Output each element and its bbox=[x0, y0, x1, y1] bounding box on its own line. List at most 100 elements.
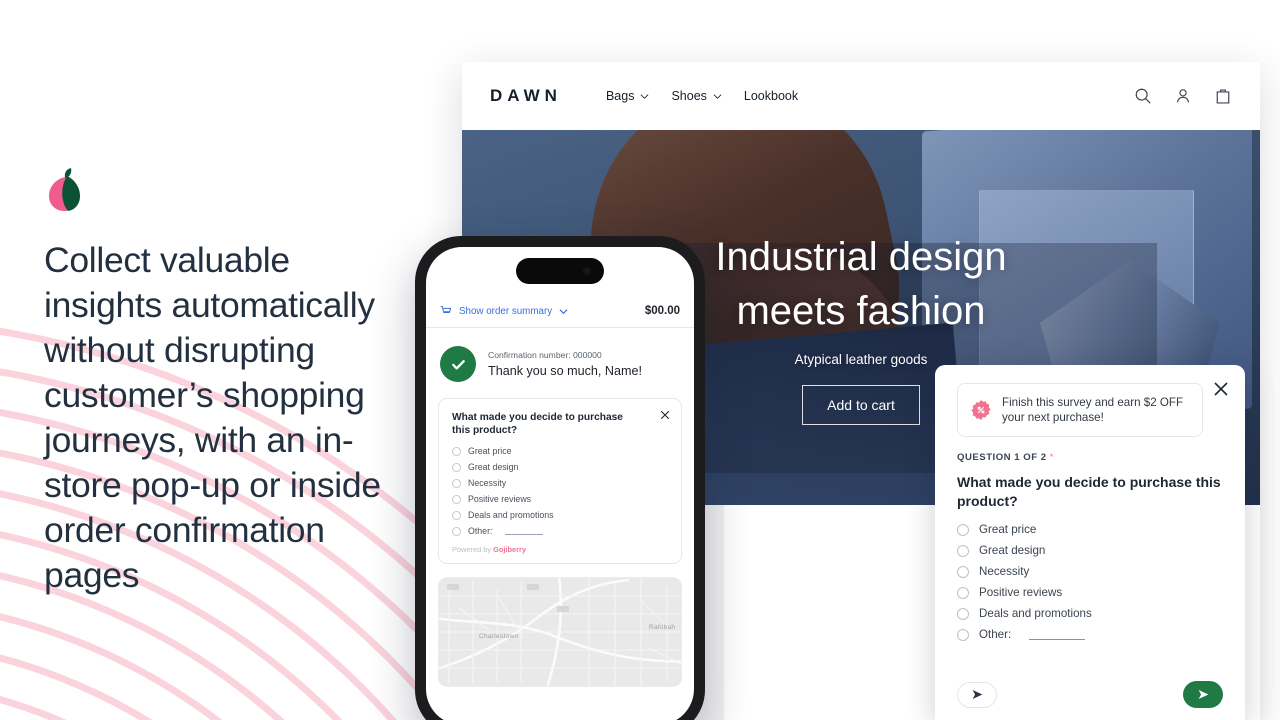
gojiberry-icon bbox=[49, 168, 80, 211]
store-header: DAWN Bags Shoes Lookbook bbox=[462, 62, 1260, 130]
send-secondary-button[interactable] bbox=[957, 681, 997, 708]
option-label: Other: bbox=[468, 526, 493, 536]
chevron-down-icon bbox=[641, 93, 649, 99]
powered-by-prefix: Powered by bbox=[452, 545, 494, 554]
required-asterisk: * bbox=[1049, 452, 1055, 463]
order-confirmation: Confirmation number: 000000 Thank you so… bbox=[426, 328, 694, 382]
order-total: $00.00 bbox=[644, 305, 680, 317]
survey-option[interactable]: Great price bbox=[957, 523, 1223, 536]
phone-survey-card: What made you decide to purchase this pr… bbox=[438, 398, 682, 564]
survey-option[interactable]: Great design bbox=[957, 544, 1223, 557]
map-label: Rahibah bbox=[649, 624, 676, 631]
send-primary-button[interactable] bbox=[1183, 681, 1223, 708]
cart-icon[interactable] bbox=[1214, 87, 1232, 105]
dynamic-island bbox=[516, 258, 604, 284]
survey-option[interactable]: Positive reviews bbox=[957, 586, 1223, 599]
chevron-down-icon bbox=[559, 308, 568, 314]
survey-option-other[interactable]: Other: bbox=[452, 526, 668, 536]
front-camera-icon bbox=[583, 267, 591, 275]
option-label: Positive reviews bbox=[468, 494, 532, 504]
map-label: Charlestown bbox=[479, 633, 519, 640]
confirmation-number: Confirmation number: 000000 bbox=[488, 350, 602, 360]
option-label: Other: bbox=[979, 628, 1012, 641]
question-counter-text: QUESTION 1 OF 2 bbox=[957, 452, 1047, 463]
radio-icon[interactable] bbox=[957, 523, 969, 536]
option-label: Deals and promotions bbox=[468, 510, 554, 520]
nav-label: Lookbook bbox=[743, 89, 799, 103]
account-icon[interactable] bbox=[1174, 87, 1192, 105]
marketing-copy-column: Collect valuable insights automatically … bbox=[44, 168, 414, 598]
survey-popup: Finish this survey and earn $2 OFF your … bbox=[935, 365, 1245, 720]
option-label: Great price bbox=[979, 523, 1037, 536]
thank-you-message: Thank you so much, Name! bbox=[488, 364, 642, 378]
radio-icon[interactable] bbox=[452, 510, 461, 520]
option-label: Great design bbox=[979, 544, 1046, 557]
page-headline: Collect valuable insights automatically … bbox=[44, 240, 381, 595]
close-icon[interactable] bbox=[1213, 381, 1229, 397]
search-icon[interactable] bbox=[1134, 87, 1152, 105]
radio-icon[interactable] bbox=[452, 526, 461, 536]
radio-icon[interactable] bbox=[452, 478, 461, 488]
store-header-icons bbox=[1134, 87, 1232, 105]
survey-options: Great price Great design Necessity Posit… bbox=[957, 523, 1223, 641]
radio-icon[interactable] bbox=[957, 565, 969, 578]
option-label: Positive reviews bbox=[979, 586, 1063, 599]
radio-icon[interactable] bbox=[957, 607, 969, 620]
survey-option[interactable]: Positive reviews bbox=[452, 494, 668, 504]
add-to-cart-button[interactable]: Add to cart bbox=[802, 385, 920, 425]
powered-by-brand: Gojiberry bbox=[493, 545, 526, 554]
survey-option[interactable]: Great design bbox=[452, 462, 668, 472]
option-label: Necessity bbox=[468, 478, 507, 488]
phone-survey-options: Great price Great design Necessity Posit… bbox=[452, 446, 668, 536]
phone-screen: Show order summary $00.00 Confirmation n… bbox=[426, 247, 694, 720]
discount-badge-icon bbox=[971, 399, 991, 421]
nav-label: Bags bbox=[605, 89, 635, 103]
radio-icon[interactable] bbox=[957, 628, 969, 641]
reward-text: Finish this survey and earn $2 OFF your … bbox=[1002, 396, 1184, 424]
other-text-input[interactable] bbox=[505, 528, 544, 535]
nav-item-lookbook[interactable]: Lookbook bbox=[744, 89, 798, 103]
survey-option[interactable]: Great price bbox=[452, 446, 668, 456]
radio-icon[interactable] bbox=[452, 494, 461, 504]
delivery-map[interactable]: Charlestown Rahibah bbox=[438, 577, 682, 687]
hero-title: Industrial design meets fashion bbox=[715, 230, 1006, 338]
hero-subtitle: Atypical leather goods bbox=[794, 352, 928, 367]
nav-item-bags[interactable]: Bags bbox=[606, 89, 650, 103]
nav-label: Shoes bbox=[671, 89, 707, 103]
store-nav: Bags Shoes Lookbook bbox=[606, 89, 798, 103]
store-logo[interactable]: DAWN bbox=[490, 86, 562, 106]
chevron-down-icon bbox=[713, 93, 722, 99]
phone-question-title: What made you decide to purchase this pr… bbox=[452, 412, 623, 436]
close-icon[interactable] bbox=[660, 410, 670, 420]
radio-icon[interactable] bbox=[452, 446, 461, 456]
option-label: Necessity bbox=[979, 565, 1030, 578]
order-summary-bar[interactable]: Show order summary $00.00 bbox=[426, 295, 694, 328]
question-title: What made you decide to purchase this pr… bbox=[957, 474, 1221, 509]
popup-actions bbox=[957, 681, 1223, 708]
hero-title-line-1: Industrial design bbox=[715, 235, 1007, 279]
powered-by-label: Powered by Gojiberry bbox=[452, 545, 668, 554]
nav-item-shoes[interactable]: Shoes bbox=[671, 89, 722, 103]
survey-option[interactable]: Necessity bbox=[452, 478, 668, 488]
survey-option-other[interactable]: Other: bbox=[957, 628, 1223, 641]
option-label: Great price bbox=[468, 446, 512, 456]
send-icon bbox=[1198, 690, 1208, 699]
survey-option[interactable]: Necessity bbox=[957, 565, 1223, 578]
question-counter: QUESTION 1 OF 2 * bbox=[957, 452, 1223, 463]
survey-option[interactable]: Deals and promotions bbox=[957, 607, 1223, 620]
promo-graphic: Collect valuable insights automatically … bbox=[0, 0, 1280, 720]
confirmation-text-block: Confirmation number: 000000 Thank you so… bbox=[488, 350, 642, 378]
cart-icon bbox=[440, 306, 452, 313]
other-text-input[interactable] bbox=[1029, 630, 1086, 640]
radio-icon[interactable] bbox=[452, 462, 461, 472]
success-check-icon bbox=[440, 346, 476, 382]
radio-icon[interactable] bbox=[957, 544, 969, 557]
hero-title-line-2: meets fashion bbox=[736, 289, 986, 333]
option-label: Great design bbox=[468, 462, 519, 472]
survey-option[interactable]: Deals and promotions bbox=[452, 510, 668, 520]
reward-banner: Finish this survey and earn $2 OFF your … bbox=[957, 383, 1203, 437]
show-order-summary-label: Show order summary bbox=[459, 305, 553, 317]
send-icon bbox=[972, 690, 982, 699]
radio-icon[interactable] bbox=[957, 586, 969, 599]
phone-mockup: Show order summary $00.00 Confirmation n… bbox=[415, 236, 705, 720]
